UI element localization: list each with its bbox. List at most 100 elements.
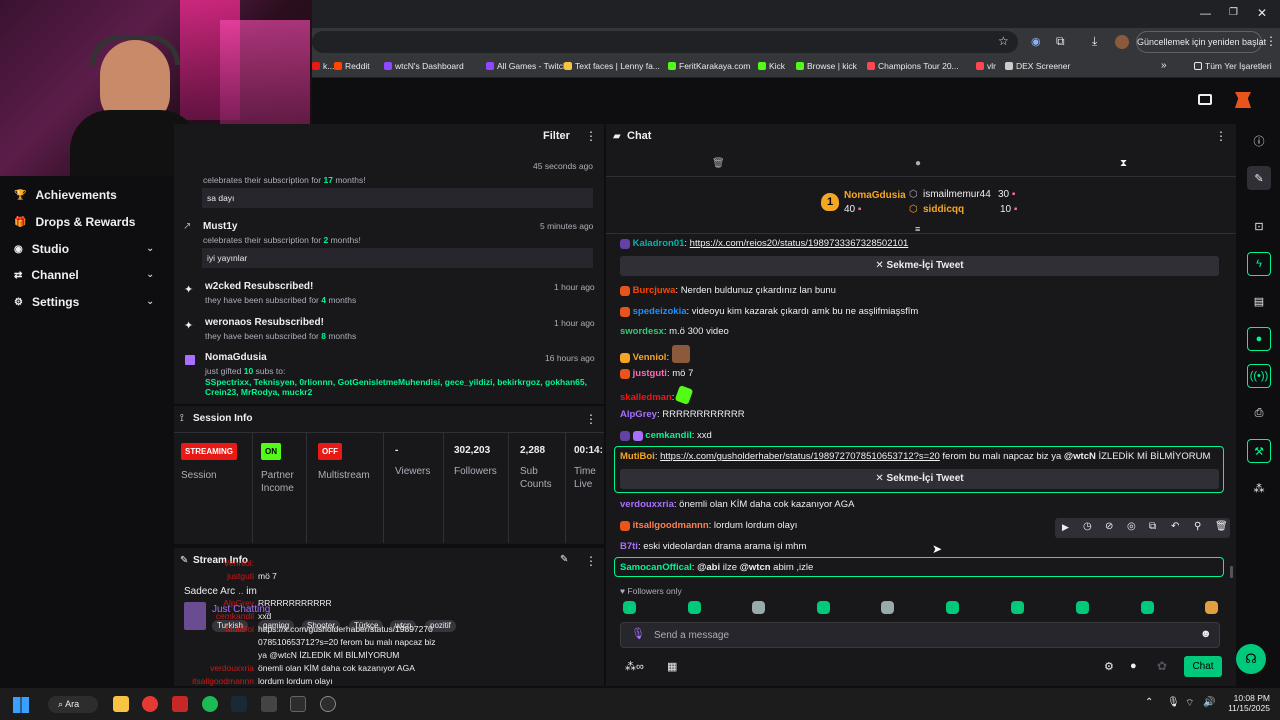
restore-icon[interactable]: ❐	[1229, 7, 1238, 18]
bookmark-item[interactable]: DEX Screener	[1005, 61, 1070, 71]
obs-icon[interactable]	[320, 696, 336, 712]
leaderboard-third-name[interactable]: siddicqq	[923, 204, 964, 215]
emote-icon[interactable]	[881, 601, 894, 614]
bookmark-item[interactable]: wtcN's Dashboard	[384, 61, 464, 71]
wrench-icon[interactable]: ⚒	[1247, 439, 1271, 463]
close-icon[interactable]: ✕	[1257, 6, 1267, 20]
windows-start-icon[interactable]	[13, 697, 29, 713]
tweet-button[interactable]: ✕ Sekme-İçi Tweet	[620, 256, 1219, 276]
chat-icon[interactable]: ●	[1247, 327, 1271, 351]
chevron-down-icon[interactable]: ⌄	[146, 243, 154, 254]
extensions-icon[interactable]: ⁂	[1247, 476, 1271, 500]
chat-mode-icon[interactable]: ●	[1130, 660, 1137, 672]
nav-item-studio[interactable]: ◉ Studio	[14, 242, 69, 256]
leaderboard-second-name[interactable]: ismailmemur44	[923, 189, 991, 200]
reply-icon[interactable]: ↶	[1171, 521, 1179, 532]
lightning-icon[interactable]: ϟ	[1247, 252, 1271, 276]
timeout-icon[interactable]: ◷	[1083, 521, 1092, 532]
pencil-icon[interactable]: ✎	[1247, 166, 1271, 190]
activity-menu-icon[interactable]: ⋮	[585, 129, 597, 143]
bookmark-item[interactable]: Champions Tour 20...	[867, 61, 959, 71]
bookmark-item[interactable]: All Games - Twitch	[486, 61, 568, 71]
bookmark-item[interactable]: Browse | kick	[796, 61, 857, 71]
update-button[interactable]: Güncellemek için yeniden başlat	[1136, 31, 1266, 53]
filter-button[interactable]: Filter	[543, 130, 570, 142]
chrome-icon[interactable]	[142, 696, 158, 712]
app-icon[interactable]	[172, 696, 188, 712]
activity-name[interactable]: NomaGdusia	[205, 352, 267, 363]
emote-icon[interactable]	[817, 601, 830, 614]
trash-icon[interactable]: 🗑	[712, 158, 725, 169]
xbox-icon[interactable]	[290, 696, 306, 712]
address-bar[interactable]	[312, 31, 1018, 53]
file-explorer-icon[interactable]	[113, 696, 129, 712]
clock[interactable]: 10:08 PM 11/15/2025	[1225, 693, 1270, 713]
tweet-button[interactable]: ✕ Sekme-İçi Tweet	[620, 469, 1219, 489]
bookmark-item[interactable]: Text faces | Lenny fa...	[564, 61, 660, 71]
info-icon[interactable]: ⓘ	[1247, 129, 1271, 153]
emote-icon[interactable]	[1205, 601, 1218, 614]
chat-menu-icon[interactable]: ⋮	[1215, 129, 1227, 143]
emote-icon[interactable]	[1076, 601, 1089, 614]
pin-icon[interactable]: ⚲	[1194, 521, 1201, 532]
kebab-menu-icon[interactable]: ⋮	[1265, 34, 1277, 48]
hide-icon[interactable]: ⊘	[1105, 521, 1113, 532]
profile-avatar[interactable]	[1115, 35, 1129, 49]
activity-name[interactable]: Must1y	[203, 221, 237, 232]
store-icon[interactable]: ▦	[667, 660, 677, 673]
chat-scrollbar[interactable]	[1230, 566, 1233, 578]
session-menu-icon[interactable]: ⋮	[585, 412, 597, 426]
volume-icon[interactable]: 🔊	[1203, 697, 1215, 708]
nav-item-drops-rewards[interactable]: 🎁 Drops & Rewards	[14, 215, 135, 229]
taskbar-search[interactable]: ⌕ Ara	[48, 696, 98, 713]
tray-chevron-icon[interactable]: ⌃	[1145, 697, 1153, 708]
activity-name[interactable]: w2cked Resubscribed!	[205, 281, 313, 292]
delete-icon[interactable]: 🗑	[1215, 521, 1228, 532]
mod-icon[interactable]: ◎	[1127, 521, 1136, 532]
leaderboard-top-name[interactable]: NomaGdusia	[844, 190, 906, 201]
all-bookmarks[interactable]: Tüm Yer İşaretleri	[1194, 61, 1272, 71]
chevron-down-icon[interactable]: ⌄	[146, 269, 154, 280]
network-icon[interactable]: ⌔	[1185, 697, 1194, 710]
theater-mode-icon[interactable]	[1198, 94, 1212, 105]
category-thumbnail[interactable]	[184, 602, 206, 630]
pet-icon[interactable]: ✿	[1157, 659, 1167, 673]
extension-icon[interactable]: ◉	[1031, 35, 1041, 48]
mic-tray-icon[interactable]: 🎙	[1167, 697, 1180, 708]
bookmark-item[interactable]: Reddit	[334, 61, 370, 71]
print-icon[interactable]: ⎙	[1247, 401, 1271, 425]
star-icon[interactable]: ☆	[998, 34, 1009, 48]
screenshot-icon[interactable]: ⊡	[1247, 214, 1271, 238]
more-bookmarks-icon[interactable]: »	[1161, 60, 1167, 71]
microphone-icon[interactable]: 🎙	[631, 627, 645, 640]
minimize-icon[interactable]: —	[1200, 8, 1211, 20]
emote-icon[interactable]	[623, 601, 636, 614]
bookmark-item[interactable]: k...	[312, 61, 334, 71]
bookmark-item[interactable]: FeritKarakaya.com	[668, 61, 750, 71]
bookmark-item[interactable]: vlr	[976, 61, 996, 71]
emote-icon[interactable]	[946, 601, 959, 614]
play-icon[interactable]: ▶	[1062, 522, 1069, 533]
nav-item-settings[interactable]: ⚙ Settings	[14, 295, 79, 309]
camera-app-icon[interactable]	[261, 696, 277, 712]
activity-name[interactable]: weronaos Resubscribed!	[205, 317, 324, 328]
stream-info-menu-icon[interactable]: ⋮	[585, 554, 597, 568]
download-icon[interactable]: ⤓	[1092, 34, 1097, 49]
emote-icon[interactable]	[1141, 601, 1154, 614]
chat-mode-icon[interactable]: ●	[915, 158, 921, 169]
multistream-off-badge[interactable]: OFF	[318, 443, 342, 460]
puzzle-icon[interactable]: ⧉	[1056, 34, 1065, 49]
broadcast-icon[interactable]: ((•))	[1247, 364, 1271, 388]
emoji-icon[interactable]: ☻	[1200, 628, 1212, 640]
emote-icon[interactable]	[1011, 601, 1024, 614]
emote-icon[interactable]	[752, 601, 765, 614]
steam-icon[interactable]	[231, 696, 247, 712]
nav-item-channel[interactable]: ⇄ Channel	[14, 268, 79, 282]
nav-item-achievements[interactable]: 🏆 Achievements	[14, 188, 117, 202]
chat-settings-icon[interactable]: ⚙	[1104, 660, 1114, 673]
hourglass-icon[interactable]: ⧗	[1120, 158, 1127, 169]
bookmark-item[interactable]: Kick	[758, 61, 785, 71]
spotify-icon[interactable]	[202, 696, 218, 712]
support-chat-icon[interactable]: ☊	[1236, 644, 1266, 674]
emote-icon[interactable]	[688, 601, 701, 614]
